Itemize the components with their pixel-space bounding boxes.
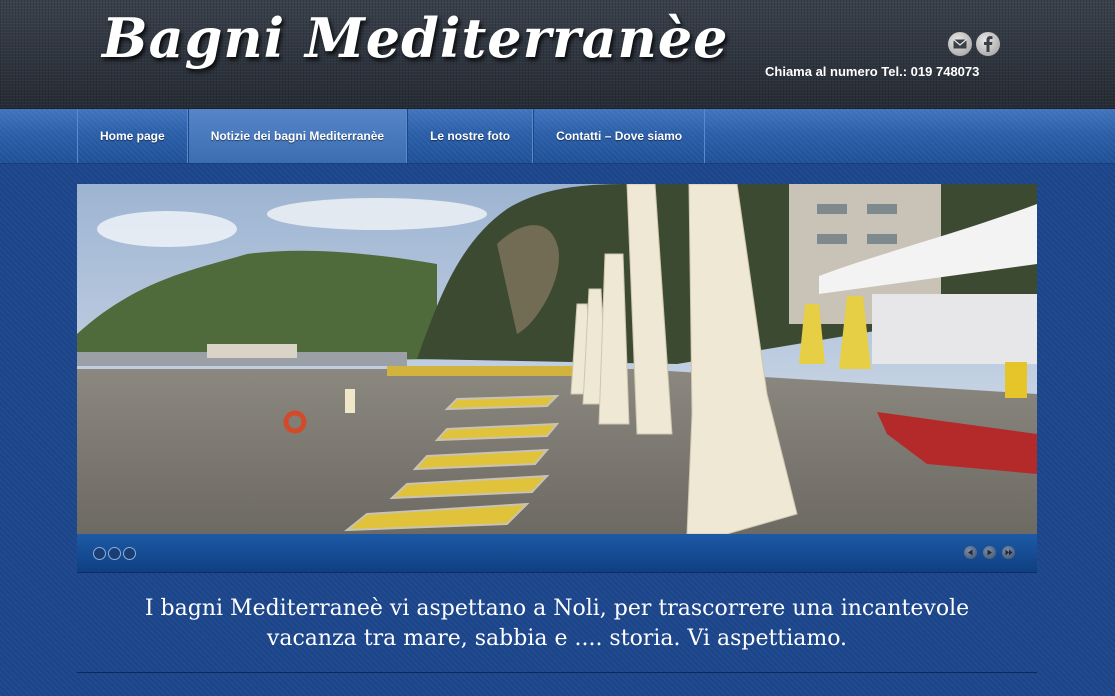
tagline: I bagni Mediterraneè vi aspettano a Noli… xyxy=(77,594,1037,654)
next-icon[interactable] xyxy=(1002,546,1015,559)
slider-pagination xyxy=(93,547,136,560)
nav-item-news[interactable]: Notizie dei bagni Mediterranèe xyxy=(187,109,408,163)
slide-dot-2[interactable] xyxy=(108,547,121,560)
phone-number: Chiama al numero Tel.: 019 748073 xyxy=(765,64,980,79)
divider xyxy=(77,672,1037,673)
nav-item-contacts[interactable]: Contatti – Dove siamo xyxy=(533,109,706,163)
play-icon[interactable] xyxy=(983,546,996,559)
tagline-line-1: I bagni Mediterraneè vi aspettano a Noli… xyxy=(144,596,970,621)
slide-dot-3[interactable] xyxy=(123,547,136,560)
mail-icon[interactable] xyxy=(948,32,972,56)
site-logo[interactable]: Bagni Mediterranèe xyxy=(102,6,729,70)
nav-item-home[interactable]: Home page xyxy=(77,109,188,163)
social-links xyxy=(948,32,1000,56)
slider-nav xyxy=(964,546,1015,559)
main-nav: Home page Notizie dei bagni Mediterranèe… xyxy=(0,109,1115,164)
tagline-line-2: vacanza tra mare, sabbia e .... storia. … xyxy=(266,626,848,651)
nav-item-photos[interactable]: Le nostre foto xyxy=(407,109,534,163)
facebook-icon[interactable] xyxy=(976,32,1000,56)
prev-icon[interactable] xyxy=(964,546,977,559)
slide-dot-1[interactable] xyxy=(93,547,106,560)
beach-photo xyxy=(77,184,1037,534)
slider-controls xyxy=(77,534,1037,573)
site-header: Bagni Mediterranèe Chiama al numero Tel.… xyxy=(0,0,1115,109)
